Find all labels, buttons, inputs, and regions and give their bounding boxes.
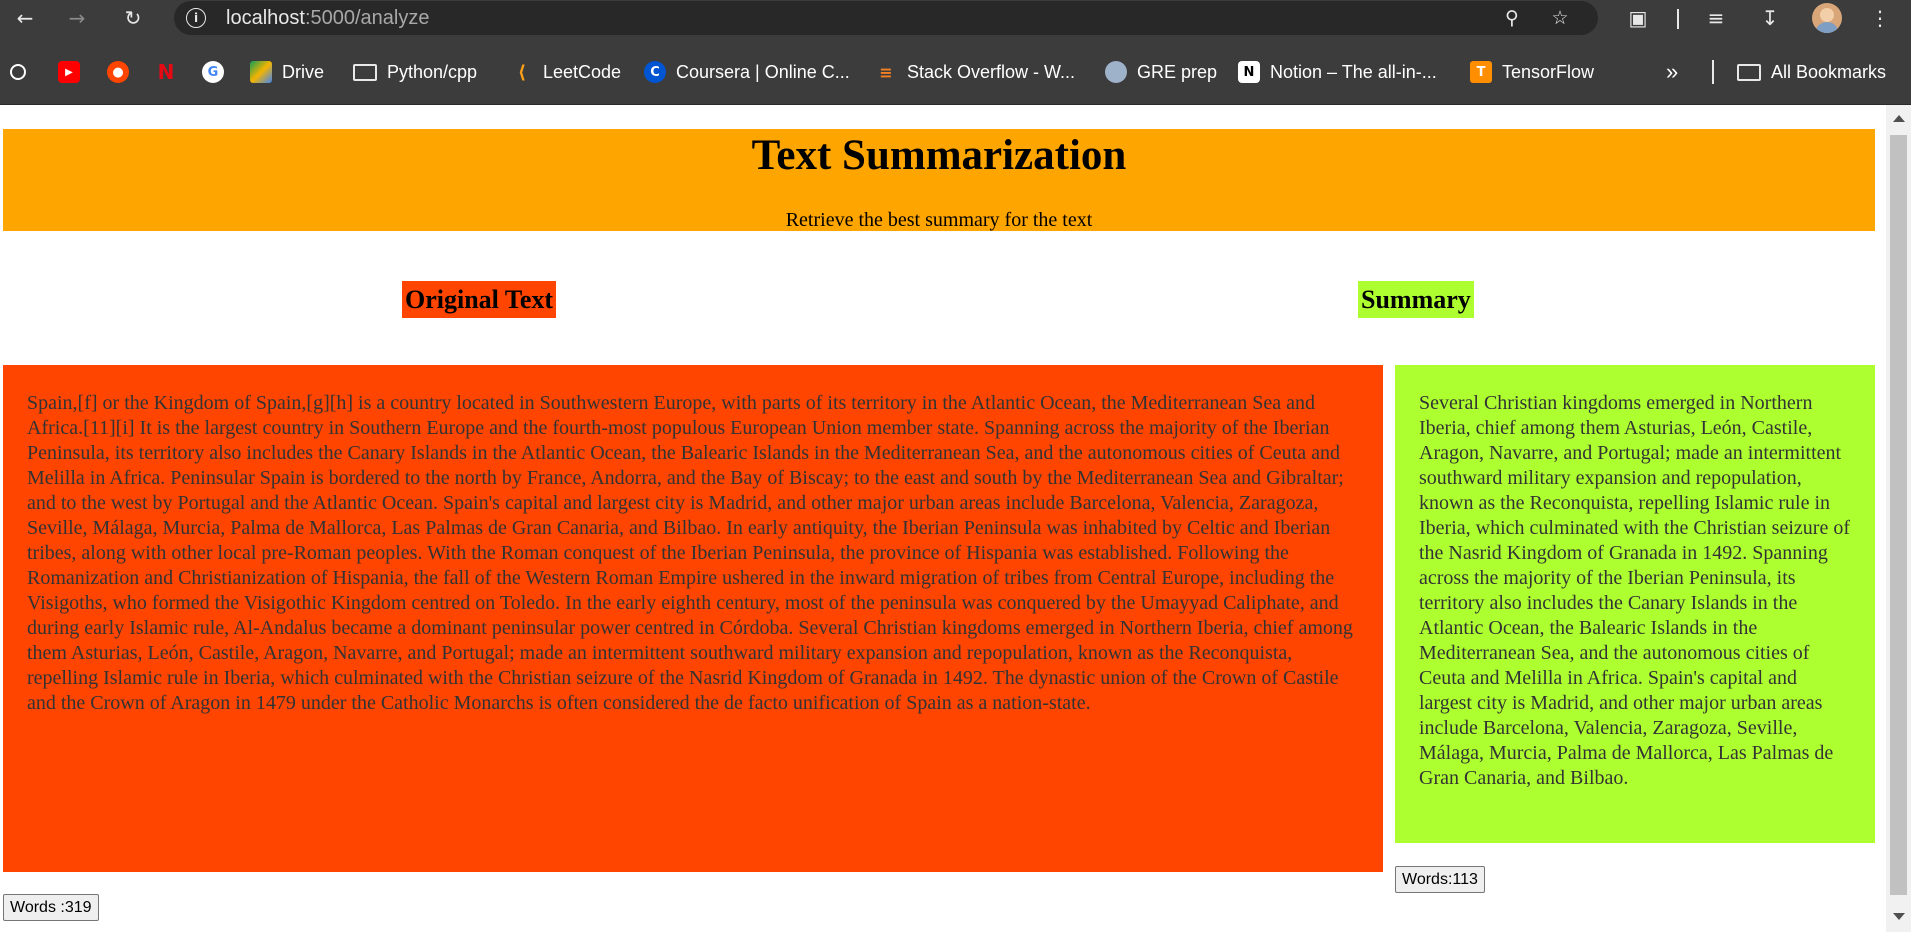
page-scrollbar[interactable] xyxy=(1886,105,1911,932)
bookmark-notion[interactable]: N Notion – The all-in-... xyxy=(1238,60,1437,84)
summary-box[interactable]: Several Christian kingdoms emerged in No… xyxy=(1395,365,1875,843)
summary-word-count-button[interactable]: Words:113 xyxy=(1395,866,1485,893)
downloads-icon[interactable]: ↧ xyxy=(1756,4,1784,32)
media-queue-icon[interactable]: ≡ xyxy=(1702,4,1730,32)
bookmark-coursera[interactable]: C Coursera | Online C... xyxy=(644,60,850,84)
folder-icon xyxy=(353,63,377,81)
drive-icon xyxy=(250,61,272,83)
reddit-icon: ● xyxy=(107,61,129,83)
bookmark-leetcode[interactable]: ⟨ LeetCode xyxy=(511,60,621,84)
bookmark-drive[interactable]: Drive xyxy=(250,60,324,84)
bookmark-youtube[interactable]: ▶ xyxy=(58,60,90,84)
folder-icon xyxy=(1737,63,1761,81)
back-icon[interactable]: ← xyxy=(11,4,39,32)
original-word-count-button[interactable]: Words :319 xyxy=(3,894,99,921)
scroll-down-icon[interactable] xyxy=(1893,913,1905,920)
youtube-icon: ▶ xyxy=(58,61,80,83)
scrollbar-thumb[interactable] xyxy=(1890,135,1907,895)
toolbar-divider xyxy=(1677,9,1679,29)
bookmarks-divider xyxy=(1712,60,1714,84)
url-text[interactable]: localhost:5000/analyze xyxy=(226,7,429,30)
forward-icon[interactable]: → xyxy=(63,4,91,32)
notion-icon: N xyxy=(1238,61,1260,83)
bookmark-gre-prep[interactable]: GRE prep xyxy=(1105,60,1217,84)
page-viewport: Text Summarization Retrieve the best sum… xyxy=(0,105,1886,932)
zoom-icon[interactable]: ⚲ xyxy=(1500,6,1524,30)
google-icon: G xyxy=(202,61,224,83)
netflix-icon: N xyxy=(157,60,175,84)
browser-toolbar: ← → ↻ i localhost:5000/analyze ⚲ ☆ ▣ ≡ ↧… xyxy=(0,0,1911,36)
reload-icon[interactable]: ↻ xyxy=(119,4,147,32)
page-header: Text Summarization Retrieve the best sum… xyxy=(3,129,1875,231)
bookmark-netflix[interactable]: N xyxy=(155,60,187,84)
bookmark-google[interactable]: G xyxy=(202,60,234,84)
coursera-icon: C xyxy=(644,61,666,83)
site-info-icon[interactable]: i xyxy=(186,8,206,28)
bookmark-star-icon[interactable]: ☆ xyxy=(1548,6,1572,30)
summary-heading: Summary xyxy=(1358,281,1474,318)
address-bar[interactable]: i localhost:5000/analyze ⚲ ☆ xyxy=(174,1,1598,35)
bookmarks-bar: ▶ ● N G Drive Python/cpp ⟨ LeetCode C Cour… xyxy=(0,36,1911,105)
bookmark-dashboard[interactable] xyxy=(10,60,36,84)
page-title: Text Summarization xyxy=(751,132,1127,179)
extensions-icon[interactable]: ▣ xyxy=(1624,4,1652,32)
original-text-heading: Original Text xyxy=(402,281,557,318)
stackoverflow-icon: ≡ xyxy=(879,62,893,82)
leetcode-icon: ⟨ xyxy=(517,61,527,83)
menu-icon[interactable]: ⋮ xyxy=(1866,4,1894,32)
gre-prep-icon xyxy=(1105,61,1127,83)
bookmark-stackoverflow[interactable]: ≡ Stack Overflow - W... xyxy=(875,60,1075,84)
scroll-up-icon[interactable] xyxy=(1893,115,1905,122)
tensorflow-icon: T xyxy=(1470,61,1492,83)
bookmark-tensorflow[interactable]: T TensorFlow xyxy=(1470,60,1594,84)
bookmark-python-cpp[interactable]: Python/cpp xyxy=(353,60,477,84)
bookmarks-overflow-button[interactable]: » xyxy=(1666,59,1678,84)
page-subtitle: Retrieve the best summary for the text xyxy=(785,209,1093,231)
profile-avatar[interactable] xyxy=(1812,3,1842,33)
all-bookmarks-button[interactable]: All Bookmarks xyxy=(1737,60,1886,84)
original-text-box[interactable]: Spain,[f] or the Kingdom of Spain,[g][h]… xyxy=(3,365,1383,872)
gauge-icon xyxy=(10,64,26,80)
bookmark-reddit[interactable]: ● xyxy=(107,60,139,84)
